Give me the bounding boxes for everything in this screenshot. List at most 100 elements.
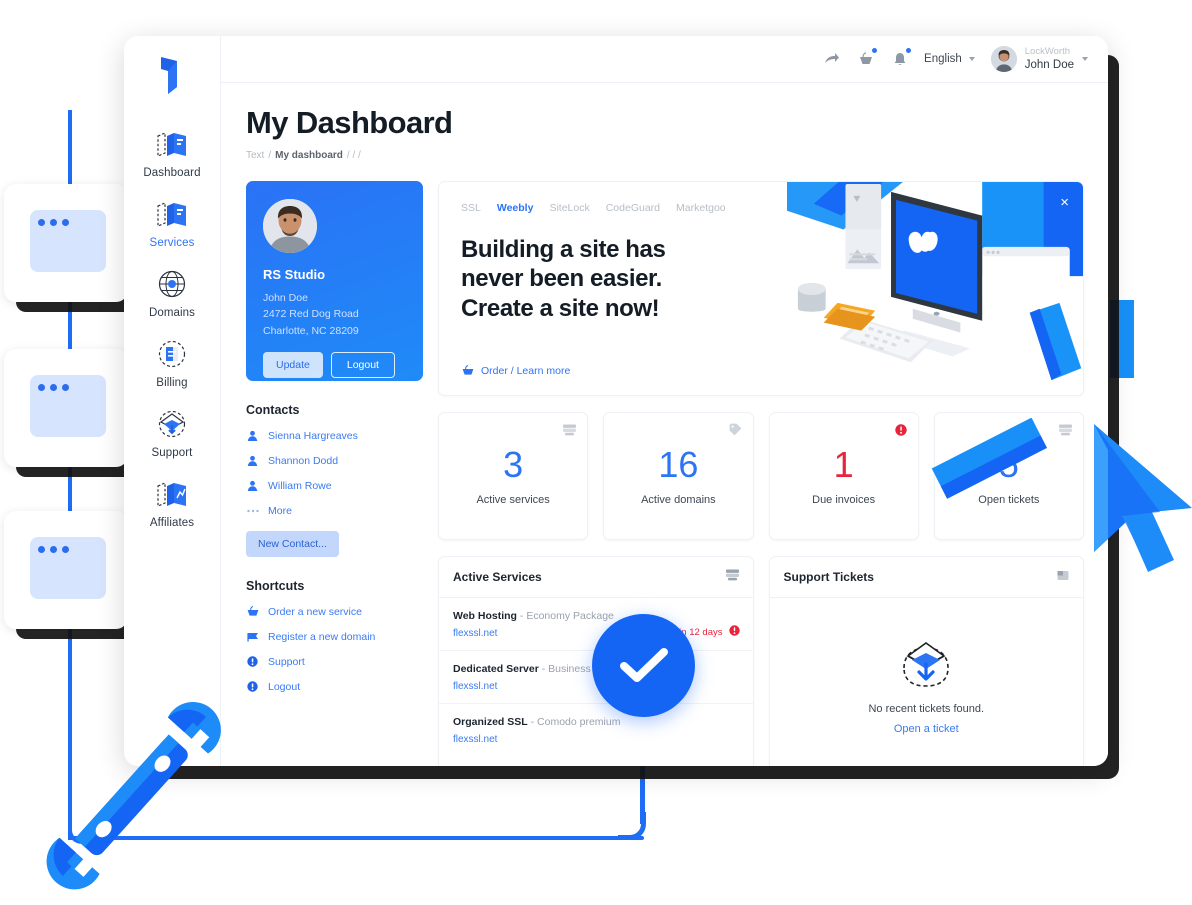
promo-headline-line-1: Building a site has <box>461 236 666 263</box>
sidebar-item-billing[interactable]: Billing <box>124 328 221 398</box>
user-company: LockWorth <box>1024 45 1070 57</box>
profile-actions: Update Logout <box>263 351 406 378</box>
stat-value: 3 <box>503 443 524 485</box>
dashboard-icon <box>124 127 221 161</box>
chevron-down-icon <box>968 57 975 61</box>
promo-headline-line-2: never been easier. <box>461 265 662 293</box>
tab-marketgoo[interactable]: Marketgoo <box>676 202 726 214</box>
breadcrumb-root[interactable]: Text <box>246 150 264 161</box>
contact-item[interactable]: Sienna Hargreaves <box>246 429 423 442</box>
screenshot-stage: Dashboard Services Domains Billing Suppo… <box>0 0 1192 905</box>
language-selector[interactable]: English <box>924 53 975 65</box>
logout-button[interactable]: Logout <box>330 351 395 378</box>
tab-ssl[interactable]: SSL <box>461 202 481 214</box>
profile-address-2: Charlotte, NC 28209 <box>263 324 359 337</box>
promo-headline: Building a site has never been easier. C… <box>461 235 765 323</box>
mini-card-body <box>30 375 106 437</box>
user-icon <box>246 454 259 467</box>
shortcuts-title: Shortcuts <box>246 579 305 593</box>
bell-icon[interactable] <box>890 48 912 69</box>
stat-card-active-domains[interactable]: 16 Active domains <box>603 412 754 540</box>
service-name: Organized SSL <box>453 716 528 728</box>
chevron-down-icon <box>1082 57 1088 61</box>
promo-illustration <box>786 182 1083 395</box>
affiliates-icon <box>124 477 221 511</box>
contact-item[interactable]: Shannon Dodd <box>246 454 423 467</box>
avatar <box>990 46 1017 72</box>
breadcrumb-sep: / <box>268 150 272 161</box>
shortcut-label: Register a new domain <box>268 630 376 643</box>
active-services-header: Active Services <box>439 557 753 598</box>
shortcut-logout[interactable]: Logout <box>246 680 423 693</box>
user-icon <box>246 479 259 492</box>
open-a-ticket-link[interactable]: Open a ticket <box>894 723 959 735</box>
shortcut-label: Logout <box>268 680 301 693</box>
sidebar-item-domains[interactable]: Domains <box>124 258 221 328</box>
shortcut-label: Support <box>268 655 305 668</box>
sidebar-item-services[interactable]: Services <box>124 188 221 258</box>
sidebar-item-label: Support <box>151 447 193 459</box>
inbox-icon <box>1057 568 1069 586</box>
new-contact-button[interactable]: New Contact... <box>246 531 339 557</box>
globe-icon <box>124 267 221 301</box>
close-icon[interactable]: × <box>1060 195 1069 210</box>
mini-card-body <box>30 210 106 272</box>
bottom-panels: Active Services Web Hosting - Economy Pa… <box>438 556 1084 766</box>
user-name: John Doe <box>1024 58 1074 71</box>
profile-avatar <box>263 199 317 253</box>
stat-label: Due invoices <box>812 493 876 506</box>
service-domain[interactable]: flexssl.net <box>453 734 739 745</box>
sidebar-item-dashboard[interactable]: Dashboard <box>124 118 221 188</box>
service-name: Dedicated Server <box>453 663 539 675</box>
decorative-blue-tile <box>1110 300 1134 378</box>
server-icon <box>563 423 577 441</box>
stat-card-due-invoices[interactable]: 1 Due invoices <box>768 412 919 540</box>
stat-value: 1 <box>833 443 854 485</box>
user-menu[interactable]: LockWorth John Doe <box>990 45 1088 72</box>
service-plan: - Economy Package <box>519 610 614 622</box>
service-name: Web Hosting <box>453 610 517 622</box>
service-row[interactable]: Organized SSL - Comodo premium flexssl.n… <box>439 704 753 756</box>
panel-title: Support Tickets <box>783 570 874 584</box>
shortcut-support[interactable]: Support <box>246 655 423 668</box>
update-button[interactable]: Update <box>263 351 323 378</box>
shortcut-order-service[interactable]: Order a new service <box>246 605 423 618</box>
brand-logo[interactable] <box>150 52 194 98</box>
stat-label: Active services <box>476 493 550 506</box>
promo-content: SSL Weebly SiteLock CodeGuard Marketgoo … <box>439 182 787 395</box>
sidebar-item-label: Dashboard <box>143 167 201 179</box>
ellipsis-icon <box>246 504 259 517</box>
empty-inbox-icon <box>898 638 954 695</box>
user-icon <box>246 429 259 442</box>
share-arrow-icon[interactable] <box>822 49 842 69</box>
cursor-arrow-icon <box>1094 424 1192 572</box>
mini-card-dots <box>38 384 69 391</box>
profile-address-1: 2472 Red Dog Road <box>263 308 359 321</box>
promo-tabs: SSL Weebly SiteLock CodeGuard Marketgoo <box>461 202 765 214</box>
tab-weebly[interactable]: Weebly <box>497 202 534 214</box>
contacts-more[interactable]: More <box>246 504 423 517</box>
tab-sitelock[interactable]: SiteLock <box>549 202 589 214</box>
empty-state-text: No recent tickets found. <box>868 702 985 715</box>
tab-codeguard[interactable]: CodeGuard <box>606 202 660 214</box>
support-tickets-panel: Support Tickets No recent tickets found.… <box>768 556 1084 766</box>
cart-icon[interactable] <box>856 48 878 69</box>
shortcut-label: Order a new service <box>268 605 362 618</box>
service-name-line: Web Hosting - Economy Package <box>453 610 739 622</box>
contact-label: Shannon Dodd <box>268 454 339 467</box>
stat-card-active-services[interactable]: 3 Active services <box>438 412 589 540</box>
sidebar-item-support[interactable]: Support <box>124 398 221 468</box>
services-icon <box>124 197 221 231</box>
support-tickets-empty-state: No recent tickets found. Open a ticket <box>770 598 1084 766</box>
alert-icon <box>728 625 740 639</box>
breadcrumb: Text / My dashboard / / / <box>246 150 1084 161</box>
panel-title: Active Services <box>453 570 542 584</box>
sidebar-item-affiliates[interactable]: Affiliates <box>124 468 221 538</box>
stat-value: 16 <box>658 443 699 485</box>
bookmark-logo-icon <box>161 57 177 94</box>
contacts-title: Contacts <box>246 403 300 417</box>
mini-card-dots <box>38 546 69 553</box>
shortcut-register-domain[interactable]: Register a new domain <box>246 630 423 643</box>
promo-banner: × SSL Weebly SiteLock CodeGuard Marketgo… <box>438 181 1084 396</box>
contact-item[interactable]: William Rowe <box>246 479 423 492</box>
